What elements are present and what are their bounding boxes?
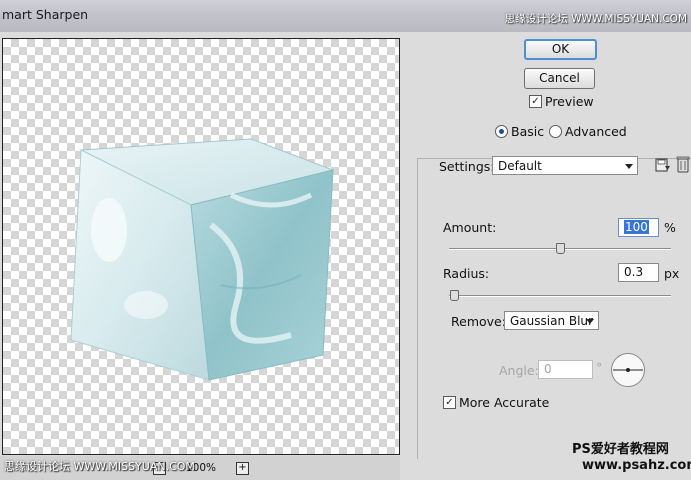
- chevron-down-icon: [625, 164, 633, 169]
- preview-canvas[interactable]: [2, 38, 400, 455]
- remove-select[interactable]: Gaussian Blur: [504, 311, 599, 330]
- settings-group: [417, 158, 691, 459]
- radius-value: 0.3: [624, 265, 644, 279]
- preview-checkbox[interactable]: ✓: [529, 95, 542, 108]
- amount-slider-thumb[interactable]: [556, 243, 565, 254]
- angle-dial: [611, 353, 645, 387]
- settings-select[interactable]: Default: [492, 156, 638, 175]
- angle-label: Angle:: [499, 363, 539, 378]
- amount-value: 100: [624, 220, 649, 234]
- cancel-button[interactable]: Cancel: [524, 68, 595, 89]
- watermark-bottom-right-title: PS爱好者教程网: [572, 442, 669, 457]
- radius-label: Radius:: [443, 266, 490, 281]
- more-accurate-label: More Accurate: [459, 395, 550, 410]
- radius-slider-track[interactable]: [449, 295, 671, 297]
- delete-settings-icon[interactable]: [676, 155, 690, 173]
- remove-value: Gaussian Blur: [510, 314, 593, 328]
- zoom-in-button[interactable]: +: [236, 462, 249, 475]
- basic-label: Basic: [511, 124, 545, 139]
- amount-label: Amount:: [443, 220, 497, 235]
- preview-label: Preview: [545, 94, 594, 109]
- angle-field: 0: [538, 360, 593, 379]
- save-settings-icon[interactable]: [655, 157, 671, 173]
- amount-field[interactable]: 100: [618, 218, 659, 237]
- ice-cube-image: [70, 138, 335, 381]
- radius-slider-thumb[interactable]: [450, 290, 459, 301]
- radius-field[interactable]: 0.3: [618, 263, 659, 282]
- more-accurate-checkbox[interactable]: ✓: [443, 396, 456, 409]
- radius-unit: px: [664, 266, 680, 281]
- ok-button[interactable]: OK: [524, 39, 597, 60]
- angle-unit: °: [596, 360, 603, 375]
- watermark-bottom-right-url: www.psahz.com: [582, 458, 691, 473]
- angle-value: 0: [544, 362, 552, 376]
- settings-value: Default: [498, 159, 542, 173]
- remove-label: Remove:: [451, 314, 506, 329]
- watermark-bottom-left: 思缘设计论坛 WWW.MISSYUAN.COM: [4, 460, 195, 473]
- basic-radio[interactable]: [495, 125, 508, 138]
- advanced-radio[interactable]: [549, 125, 562, 138]
- settings-label: Settings:: [439, 159, 495, 174]
- advanced-label: Advanced: [565, 124, 627, 139]
- title-bar: mart Sharpen 思缘设计论坛 WWW.MISSYUAN.COM: [0, 0, 691, 32]
- window-title: mart Sharpen: [2, 7, 89, 22]
- watermark-top-right: 思缘设计论坛 WWW.MISSYUAN.COM: [504, 13, 687, 25]
- amount-unit: %: [664, 220, 676, 235]
- chevron-down-icon: [586, 319, 594, 324]
